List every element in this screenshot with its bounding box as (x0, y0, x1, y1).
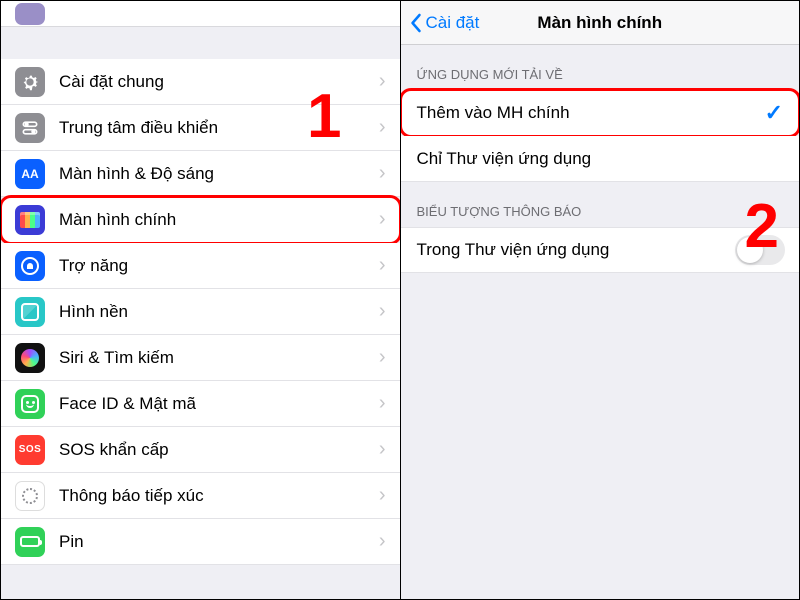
sos-icon: SOS (15, 435, 45, 465)
chevron-right-icon: › (379, 346, 386, 369)
settings-row-exposure[interactable]: Thông báo tiếp xúc › (1, 473, 400, 519)
back-label: Cài đặt (426, 13, 480, 33)
settings-row-general[interactable]: Cài đặt chung › (1, 59, 400, 105)
chevron-right-icon: › (379, 254, 386, 277)
faceid-icon (15, 389, 45, 419)
row-label: Face ID & Mật mã (59, 394, 196, 414)
chevron-right-icon: › (379, 438, 386, 461)
section-header-badges: BIỂU TƯỢNG THÔNG BÁO (401, 182, 800, 227)
chevron-right-icon: › (379, 70, 386, 93)
option-add-to-home[interactable]: Thêm vào MH chính ✓ (401, 90, 800, 136)
toggles-icon (15, 113, 45, 143)
settings-row-wallpaper[interactable]: Hình nền › (1, 289, 400, 335)
chevron-right-icon: › (379, 530, 386, 553)
home-screen-settings-panel: Cài đặt Màn hình chính ỨNG DỤNG MỚI TẢI … (401, 1, 800, 599)
settings-row-battery[interactable]: Pin › (1, 519, 400, 565)
siri-icon (15, 343, 45, 373)
chevron-right-icon: › (379, 116, 386, 139)
settings-row-control-center[interactable]: Trung tâm điều khiển › (1, 105, 400, 151)
section-header-new-apps: ỨNG DỤNG MỚI TẢI VỀ (401, 45, 800, 90)
gear-icon (15, 67, 45, 97)
chevron-right-icon: › (379, 300, 386, 323)
row-label: Trợ năng (59, 256, 128, 276)
home-screen-icon (15, 205, 45, 235)
settings-row-faceid[interactable]: Face ID & Mật mã › (1, 381, 400, 427)
accessibility-icon (15, 251, 45, 281)
row-label: Thông báo tiếp xúc (59, 486, 204, 506)
row-label: Pin (59, 532, 84, 552)
chevron-right-icon: › (379, 484, 386, 507)
row-label: Siri & Tìm kiếm (59, 348, 174, 368)
back-button[interactable]: Cài đặt (409, 13, 480, 33)
checkmark-icon: ✓ (765, 100, 783, 126)
option-show-in-library[interactable]: Trong Thư viện ứng dụng (401, 227, 800, 273)
row-label: Trung tâm điều khiển (59, 118, 218, 138)
row-label: Thêm vào MH chính (417, 103, 570, 123)
row-label: SOS khẩn cấp (59, 440, 169, 460)
settings-row-sos[interactable]: SOS SOS khẩn cấp › (1, 427, 400, 473)
toggle-switch[interactable] (735, 235, 785, 265)
chevron-right-icon: › (379, 392, 386, 415)
wallpaper-icon (15, 297, 45, 327)
page-title: Màn hình chính (537, 13, 662, 33)
row-label: Hình nền (59, 302, 128, 322)
settings-row-siri[interactable]: Siri & Tìm kiếm › (1, 335, 400, 381)
section-gap (1, 27, 400, 59)
chevron-right-icon: › (379, 208, 386, 231)
row-label: Chỉ Thư viện ứng dụng (417, 149, 592, 169)
text-size-icon: AA (15, 159, 45, 189)
row-label: Màn hình chính (59, 210, 176, 230)
row-label: Màn hình & Độ sáng (59, 164, 214, 184)
settings-row-display[interactable]: AA Màn hình & Độ sáng › (1, 151, 400, 197)
settings-row-home-screen[interactable]: Màn hình chính › (1, 197, 400, 243)
row-label: Trong Thư viện ứng dụng (417, 240, 610, 260)
nav-header: Cài đặt Màn hình chính (401, 1, 800, 45)
settings-row-partial[interactable] (1, 1, 400, 27)
settings-list-panel: Cài đặt chung › Trung tâm điều khiển › A… (1, 1, 401, 599)
settings-row-accessibility[interactable]: Trợ năng › (1, 243, 400, 289)
row-label: Cài đặt chung (59, 72, 164, 92)
option-app-library-only[interactable]: Chỉ Thư viện ứng dụng (401, 136, 800, 182)
battery-icon (15, 527, 45, 557)
chevron-right-icon: › (379, 162, 386, 185)
chevron-left-icon (409, 13, 422, 33)
hourglass-icon (15, 3, 45, 25)
exposure-icon (15, 481, 45, 511)
